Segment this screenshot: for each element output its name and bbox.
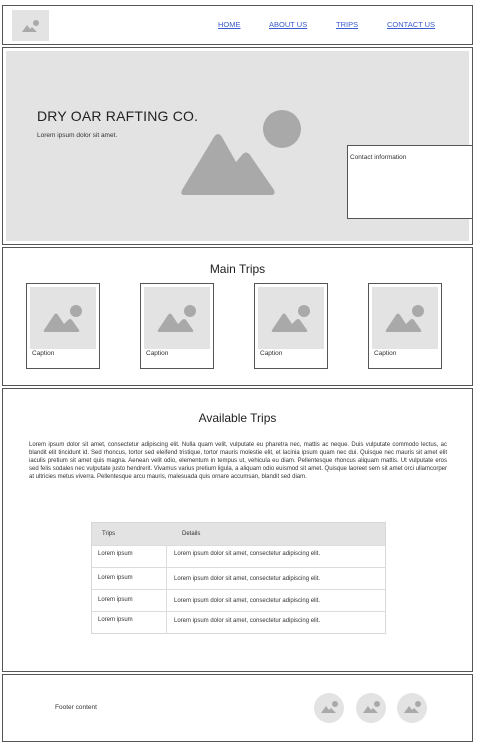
table-row-divider [92, 545, 385, 546]
image-placeholder-icon [385, 305, 424, 332]
trip-card-caption: Caption [374, 350, 397, 357]
nav-home-link[interactable]: HOME [218, 20, 241, 29]
hero-subtitle: Lorem ipsum dolor sit amet. [37, 132, 118, 139]
logo-image-placeholder[interactable] [12, 10, 49, 41]
table-row-details: Lorem ipsum dolor sit amet, consectetur … [174, 551, 321, 557]
hero-banner: DRY OAR RAFTING CO. Lorem ipsum dolor si… [6, 51, 473, 241]
trip-card-image [258, 287, 324, 349]
image-placeholder-icon [22, 20, 39, 32]
table-row-details: Lorem ipsum dolor sit amet, consectetur … [174, 618, 321, 624]
table-row-trip: Lorem ipsum [98, 551, 133, 557]
trip-card-caption: Caption [260, 350, 283, 357]
available-trips-title: Available Trips [198, 411, 277, 425]
trip-card-image [144, 287, 210, 349]
site-footer: Footer content [2, 674, 473, 742]
trip-card-image [372, 287, 438, 349]
footer-social-link[interactable] [356, 693, 386, 723]
trip-card[interactable]: Caption [368, 283, 442, 369]
site-header: HOME ABOUT US TRIPS CONTACT US [2, 5, 473, 45]
footer-social-link[interactable] [397, 693, 427, 723]
table-row-divider [92, 589, 385, 590]
nav-contact-us-link[interactable]: CONTACT US [387, 20, 435, 29]
trip-card-caption: Caption [32, 350, 55, 357]
trip-card[interactable]: Caption [140, 283, 214, 369]
table-row-trip: Lorem ipsum [98, 597, 133, 603]
contact-information-box: Contact information [347, 145, 473, 219]
table-header-details: Details [182, 531, 201, 537]
hero-title: DRY OAR RAFTING CO. [37, 108, 199, 124]
nav-trips-link[interactable]: TRIPS [336, 20, 358, 29]
image-placeholder-icon [404, 701, 421, 713]
table-row-trip: Lorem ipsum [98, 617, 133, 623]
nav-about-us-link[interactable]: ABOUT US [269, 20, 307, 29]
table-row-divider [92, 567, 385, 568]
main-trips-title: Main Trips [209, 262, 266, 276]
image-placeholder-icon [321, 701, 338, 713]
hero-image-placeholder-icon [181, 110, 301, 195]
table-row-divider [92, 611, 385, 612]
image-placeholder-icon [271, 305, 310, 332]
trips-table-header [92, 523, 385, 545]
image-placeholder-icon [43, 305, 82, 332]
table-row-trip: Lorem ipsum [98, 575, 133, 581]
image-placeholder-icon [363, 701, 380, 713]
available-trips-section: Available Trips Lorem ipsum dolor sit am… [2, 388, 473, 672]
image-placeholder-icon [157, 305, 196, 332]
table-row-details: Lorem ipsum dolor sit amet, consectetur … [174, 576, 321, 582]
table-row-details: Lorem ipsum dolor sit amet, consectetur … [174, 598, 321, 604]
hero-section: DRY OAR RAFTING CO. Lorem ipsum dolor si… [2, 47, 473, 245]
trips-table: Trips Details Lorem ipsum Lorem ipsum do… [91, 522, 386, 634]
trip-card-caption: Caption [146, 350, 169, 357]
table-header-trips: Trips [102, 531, 116, 537]
trip-card[interactable]: Caption [26, 283, 100, 369]
trip-card[interactable]: Caption [254, 283, 328, 369]
contact-information-label: Contact information [350, 154, 407, 161]
footer-social-link[interactable] [314, 693, 344, 723]
available-trips-paragraph: Lorem ipsum dolor sit amet, consectetur … [29, 442, 447, 480]
footer-content: Footer content [55, 704, 97, 711]
main-trips-section: Main Trips Caption Caption Caption Capti… [2, 247, 473, 386]
trip-card-image [30, 287, 96, 349]
